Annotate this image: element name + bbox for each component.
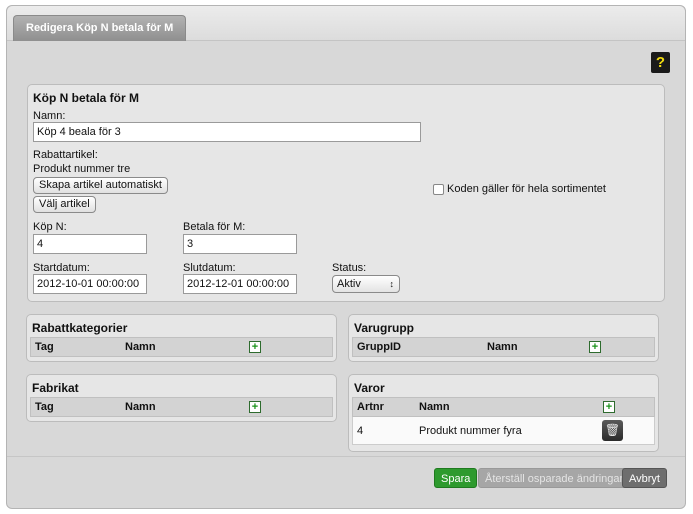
footer-divider [7,456,685,457]
name-input[interactable]: Köp 4 beala för 3 [33,122,421,142]
add-icon[interactable]: + [603,401,615,413]
col-namn: Namn [487,341,518,353]
status-label: Status: [332,262,367,274]
col-artnr: Artnr [357,401,384,413]
col-gruppid: GruppID [357,341,401,353]
tab-edit[interactable]: Redigera Köp N betala för M [13,15,187,41]
reset-button[interactable]: Återställ osparade ändringar [478,468,631,488]
add-icon[interactable]: + [589,341,601,353]
rabattkategorier-title: Rabattkategorier [32,321,128,335]
start-date-label: Startdatum: [33,262,90,274]
end-date-label: Slutdatum: [183,262,236,274]
col-namn: Namn [125,341,156,353]
rabattartikel-label: Rabattartikel: [33,149,98,161]
chevron-updown-icon: ↕ [389,279,395,289]
status-value: Aktiv [337,278,361,290]
main-panel: Köp N betala för M Namn: Köp 4 beala för… [27,84,665,302]
trash-icon[interactable]: 🗑 [602,420,623,441]
name-label: Namn: [33,110,66,122]
tab-bar: Redigera Köp N betala för M [7,6,685,41]
fabrikat-panel: Fabrikat Tag Namn + [26,374,337,422]
varugrupp-panel: Varugrupp GruppID Namn + [348,314,659,362]
rabattkategorier-header: Tag Namn + [30,337,333,357]
col-tag: Tag [35,401,54,413]
pay-m-input[interactable]: 3 [183,234,297,254]
start-date-input[interactable]: 2012-10-01 00:00:00 [33,274,147,294]
create-article-button[interactable]: Skapa artikel automatiskt [33,177,168,194]
status-select[interactable]: Aktiv ↕ [332,275,400,293]
varor-panel: Varor Artnr Namn + 4 Produkt nummer fyra… [348,374,659,452]
row-namn: Produkt nummer fyra [419,425,522,437]
choose-article-button[interactable]: Välj artikel [33,196,96,213]
table-row: 4 Produkt nummer fyra 🗑 [352,417,655,445]
add-icon[interactable]: + [249,401,261,413]
fabrikat-header: Tag Namn + [30,397,333,417]
row-artnr: 4 [357,425,364,437]
whole-assortment-checkbox[interactable] [433,184,444,195]
add-icon[interactable]: + [249,341,261,353]
save-button[interactable]: Spara [434,468,478,488]
buy-n-label: Köp N: [33,221,67,233]
buy-n-input[interactable]: 4 [33,234,147,254]
col-namn: Namn [419,401,450,413]
col-tag: Tag [35,341,54,353]
varugrupp-header: GruppID Namn + [352,337,655,357]
whole-assortment-label: Koden gäller för hela sortimentet [447,183,606,195]
edit-window: Redigera Köp N betala för M ? Köp N beta… [6,5,686,509]
fabrikat-title: Fabrikat [32,381,79,395]
pay-m-label: Betala för M: [183,221,246,233]
rabattartikel-value: Produkt nummer tre [33,163,131,175]
varor-header: Artnr Namn + [352,397,655,417]
rabattkategorier-panel: Rabattkategorier Tag Namn + [26,314,337,362]
panel-title: Köp N betala för M [33,91,140,105]
end-date-input[interactable]: 2012-12-01 00:00:00 [183,274,297,294]
col-namn: Namn [125,401,156,413]
help-icon[interactable]: ? [651,52,670,73]
varugrupp-title: Varugrupp [354,321,415,335]
varor-title: Varor [354,381,385,395]
cancel-button[interactable]: Avbryt [622,468,667,488]
